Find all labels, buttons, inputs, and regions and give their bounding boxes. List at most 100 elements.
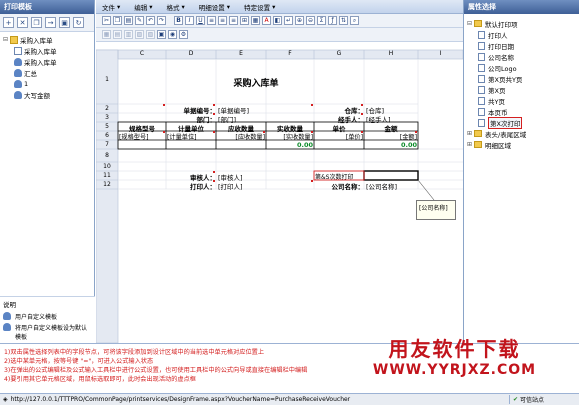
- paste-icon[interactable]: ▤: [124, 16, 133, 25]
- underline-icon[interactable]: U: [196, 16, 205, 25]
- tree-root[interactable]: ⊟ 采购入库单: [3, 34, 92, 45]
- grid-icon[interactable]: ▦: [102, 30, 111, 39]
- col-header[interactable]: D: [166, 50, 216, 57]
- formula-icon[interactable]: ƒ: [328, 16, 337, 25]
- property-item[interactable]: 打印日期: [467, 40, 577, 51]
- move-icon[interactable]: →: [45, 17, 56, 28]
- col-header[interactable]: I: [418, 50, 463, 57]
- property-item-selected[interactable]: 第X次打印: [467, 116, 577, 129]
- row-header[interactable]: 10: [96, 163, 118, 170]
- property-root[interactable]: ⊟ 默认打印项: [467, 18, 577, 29]
- row-header[interactable]: 3: [96, 114, 118, 121]
- chart-icon[interactable]: ▥: [124, 30, 133, 39]
- save-icon[interactable]: ▣: [59, 17, 70, 28]
- table-field[interactable]: [计量单位]: [167, 132, 216, 141]
- merge-icon[interactable]: ⊞: [240, 16, 249, 25]
- delete-row-icon[interactable]: ⊖: [306, 16, 315, 25]
- custom-template-link[interactable]: 用户自定义模板: [3, 312, 92, 321]
- col-header[interactable]: G: [314, 50, 364, 57]
- menu-detail-settings[interactable]: 明细设置 ▾: [199, 2, 230, 12]
- property-item[interactable]: 公司Logo: [467, 62, 577, 73]
- font-color-icon[interactable]: A: [262, 16, 271, 25]
- property-item[interactable]: 第X页共Y页: [467, 73, 577, 84]
- col-header[interactable]: F: [266, 50, 314, 57]
- menu-special-settings[interactable]: 特定设置 ▾: [244, 2, 275, 12]
- col-header[interactable]: H: [364, 50, 418, 57]
- row-icon[interactable]: ▧: [146, 30, 155, 39]
- fill-color-icon[interactable]: ◧: [273, 16, 282, 25]
- row-header[interactable]: 1: [96, 76, 118, 83]
- image-icon[interactable]: ▣: [157, 30, 166, 39]
- zoom-icon[interactable]: ⌕: [350, 16, 359, 25]
- sum-icon[interactable]: Σ: [317, 16, 326, 25]
- tree-item[interactable]: 1: [3, 78, 92, 89]
- row-header[interactable]: 8: [96, 152, 118, 159]
- sort-icon[interactable]: ⇅: [339, 16, 348, 25]
- column-icon[interactable]: ▨: [135, 30, 144, 39]
- cell-field[interactable]: [打印人]: [218, 181, 268, 191]
- italic-icon[interactable]: I: [185, 16, 194, 25]
- align-left-icon[interactable]: ≡: [207, 16, 216, 25]
- property-item[interactable]: 第X页: [467, 84, 577, 95]
- tree-item[interactable]: 采购入库单: [3, 45, 92, 56]
- collapse-icon[interactable]: ⊟: [467, 20, 473, 27]
- tree-item[interactable]: 汇总: [3, 67, 92, 78]
- tree-item[interactable]: 大写金额: [3, 89, 92, 100]
- property-item[interactable]: 本页币: [467, 106, 577, 117]
- property-item[interactable]: 公司名称: [467, 51, 577, 62]
- menu-edit[interactable]: 编辑 ▾: [134, 2, 152, 12]
- property-group[interactable]: ⊞ 明细区域: [467, 139, 577, 150]
- tree-item[interactable]: 采购入库单: [3, 56, 92, 67]
- row-header[interactable]: 12: [96, 181, 118, 188]
- insert-row-icon[interactable]: ⊕: [295, 16, 304, 25]
- menu-format[interactable]: 格式 ▾: [167, 2, 185, 12]
- new-icon[interactable]: +: [3, 17, 14, 28]
- total-value[interactable]: 0.00: [364, 141, 417, 149]
- menu-file[interactable]: 文件 ▾: [102, 2, 120, 12]
- row-header[interactable]: 7: [96, 141, 118, 148]
- table-field[interactable]: [单价]: [314, 132, 363, 141]
- table-field[interactable]: [金额]: [364, 132, 417, 141]
- delete-icon[interactable]: ✕: [17, 17, 28, 28]
- cell-label[interactable]: 打印人：: [166, 181, 216, 191]
- tree-label: 采购入库单: [24, 47, 57, 56]
- table-field[interactable]: [实收数量]: [266, 132, 313, 141]
- property-group[interactable]: ⊞ 表头/表尾区域: [467, 128, 577, 139]
- row-header[interactable]: 11: [96, 172, 118, 179]
- cell-field[interactable]: [公司名称]: [366, 181, 416, 191]
- selected-cell[interactable]: [363, 170, 419, 181]
- table-field[interactable]: [规格型号]: [119, 132, 166, 141]
- row-header[interactable]: 6: [96, 132, 118, 139]
- row-header[interactable]: 5: [96, 123, 118, 130]
- copy-icon[interactable]: ❐: [113, 16, 122, 25]
- bold-icon[interactable]: B: [174, 16, 183, 25]
- align-right-icon[interactable]: ≡: [229, 16, 238, 25]
- copy-icon[interactable]: ❐: [31, 17, 42, 28]
- preview-icon[interactable]: ◉: [168, 30, 177, 39]
- sheet-title[interactable]: 采购入库单: [196, 76, 316, 89]
- collapse-icon[interactable]: ⊟: [3, 36, 9, 43]
- settings-icon[interactable]: ⚙: [179, 30, 188, 39]
- align-center-icon[interactable]: ≡: [218, 16, 227, 25]
- col-header[interactable]: E: [216, 50, 266, 57]
- undo-icon[interactable]: ↶: [146, 16, 155, 25]
- set-default-link[interactable]: 将用户自定义模板设为默认模板: [3, 323, 92, 341]
- cell-label[interactable]: 公司名称：: [314, 181, 365, 191]
- property-item[interactable]: 共Y页: [467, 95, 577, 106]
- table-icon[interactable]: ▤: [113, 30, 122, 39]
- wrap-icon[interactable]: ↵: [284, 16, 293, 25]
- expand-icon[interactable]: ⊞: [467, 130, 473, 137]
- table-field[interactable]: [应收数量]: [216, 132, 265, 141]
- border-icon[interactable]: ▦: [251, 16, 260, 25]
- cut-icon[interactable]: ✂: [102, 16, 111, 25]
- row-header[interactable]: 2: [96, 105, 118, 112]
- total-value[interactable]: 0.00: [266, 141, 313, 149]
- col-header[interactable]: C: [118, 50, 166, 57]
- refresh-icon[interactable]: ↻: [73, 17, 84, 28]
- design-sheet[interactable]: C D E F G H I 1 2 3 5 6 7 8 10 11 12 采购入…: [96, 42, 463, 343]
- redo-icon[interactable]: ↷: [157, 16, 166, 25]
- expand-icon[interactable]: ⊞: [467, 141, 473, 148]
- print-count-field[interactable]: 第&S次数打印: [315, 172, 365, 181]
- format-painter-icon[interactable]: ✎: [135, 16, 144, 25]
- property-item[interactable]: 打印人: [467, 29, 577, 40]
